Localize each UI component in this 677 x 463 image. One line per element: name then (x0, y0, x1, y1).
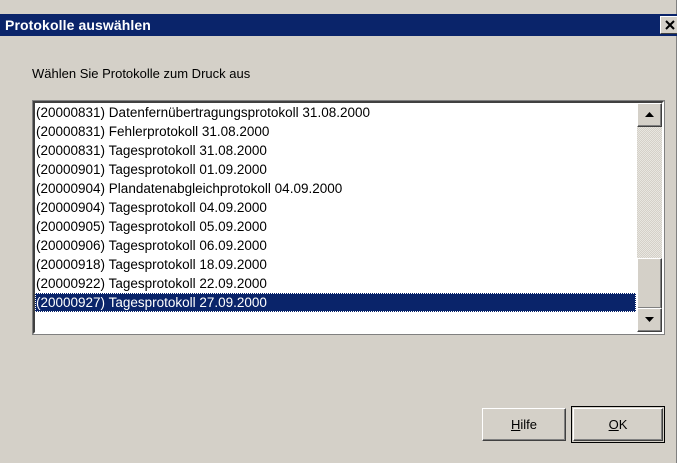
protocol-listbox[interactable]: (20000831) Datenfernübertragungsprotokol… (32, 100, 665, 335)
list-item[interactable]: (20000904) Tagesprotokoll 04.09.2000 (35, 198, 636, 217)
instruction-label: Wählen Sie Protokolle zum Druck aus (32, 66, 251, 81)
close-button[interactable] (660, 16, 677, 34)
list-item[interactable]: (20000927) Tagesprotokoll 27.09.2000 (35, 293, 636, 312)
help-label-rest: ilfe (520, 417, 537, 432)
list-item[interactable]: (20000918) Tagesprotokoll 18.09.2000 (35, 255, 636, 274)
list-item[interactable]: (20000905) Tagesprotokoll 05.09.2000 (35, 217, 636, 236)
scroll-up-button[interactable] (637, 103, 662, 127)
dialog-window: Protokolle auswählen Wählen Sie Protokol… (0, 0, 677, 463)
help-button[interactable]: Hilfe (482, 408, 566, 441)
vertical-scrollbar[interactable] (637, 103, 662, 332)
arrow-up-icon (645, 112, 654, 117)
list-item[interactable]: (20000901) Tagesprotokoll 01.09.2000 (35, 160, 636, 179)
close-icon (665, 20, 675, 30)
list-item[interactable]: (20000922) Tagesprotokoll 22.09.2000 (35, 274, 636, 293)
ok-button-default-frame: OK (571, 406, 665, 443)
protocol-list[interactable]: (20000831) Datenfernübertragungsprotokol… (35, 103, 636, 332)
arrow-down-icon (645, 317, 654, 322)
list-item[interactable]: (20000831) Tagesprotokoll 31.08.2000 (35, 141, 636, 160)
scroll-down-button[interactable] (637, 308, 662, 332)
ok-accelerator: O (608, 417, 619, 432)
ok-button[interactable]: OK (573, 408, 663, 441)
list-item[interactable]: (20000906) Tagesprotokoll 06.09.2000 (35, 236, 636, 255)
list-item[interactable]: (20000831) Fehlerprotokoll 31.08.2000 (35, 122, 636, 141)
help-accelerator: H (510, 417, 521, 432)
scroll-thumb[interactable] (637, 258, 662, 309)
ok-label-rest: K (618, 417, 628, 432)
window-title: Protokolle auswählen (5, 17, 151, 33)
list-item[interactable]: (20000904) Plandatenabgleichprotokoll 04… (35, 179, 636, 198)
title-bar[interactable]: Protokolle auswählen (0, 14, 677, 36)
list-item[interactable]: (20000831) Datenfernübertragungsprotokol… (35, 103, 636, 122)
